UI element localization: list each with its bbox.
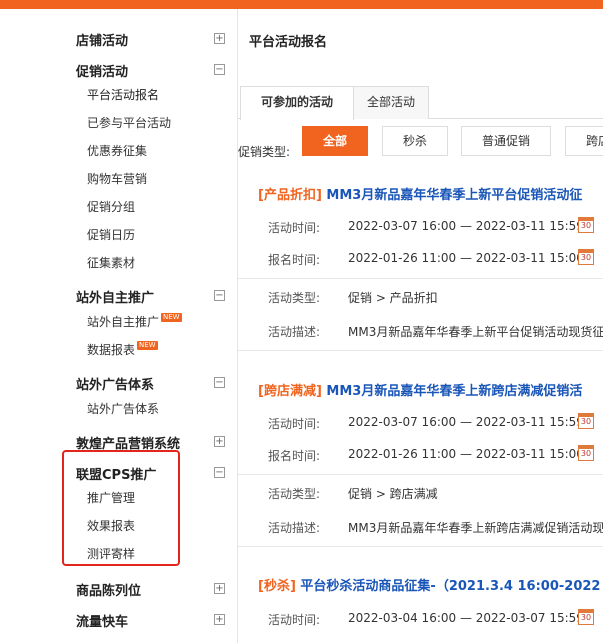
sidebar-section-offsite-ads[interactable]: 站外广告体系: [76, 374, 154, 393]
card-divider: [238, 350, 603, 351]
calendar-icon[interactable]: 30: [578, 413, 594, 429]
activity-time-value: 2022-03-07 16:00 — 2022-03-11 15:59: [348, 415, 584, 429]
activity-card: [秒杀] 平台秒杀活动商品征集-（2021.3.4 16:00-2022 活动时…: [238, 575, 603, 643]
calendar-icon[interactable]: 30: [578, 609, 594, 625]
sidebar-item-promo-calendar[interactable]: 促销日历: [87, 226, 135, 243]
expand-icon[interactable]: +: [214, 436, 225, 447]
promo-type-label: 促销类型:: [238, 145, 291, 159]
activity-time-value: 2022-03-04 16:00 — 2022-03-07 15:59: [348, 611, 584, 625]
main-content: 平台活动报名 可参加的活动 全部活动 促销类型: 全部 秒杀 普通促销 跨店 […: [238, 9, 603, 643]
sidebar-section-product-display[interactable]: 商品陈列位: [76, 580, 141, 599]
expand-icon[interactable]: +: [214, 33, 225, 44]
signup-time-label: 报名时间:: [268, 253, 321, 267]
activity-type-value: 促销 > 产品折扣: [348, 291, 438, 305]
tab-bar: 可参加的活动 全部活动: [238, 86, 603, 120]
calendar-icon[interactable]: 30: [578, 445, 594, 461]
sidebar-item-collect-materials[interactable]: 征集素材: [87, 254, 135, 271]
activity-type-label: 活动类型:: [268, 291, 321, 305]
new-badge: NEW: [137, 341, 158, 350]
activity-desc-label: 活动描述:: [268, 325, 321, 339]
collapse-icon[interactable]: −: [214, 467, 225, 478]
top-accent-bar: [0, 0, 603, 9]
collapse-icon[interactable]: −: [214, 377, 225, 388]
sidebar-section-offsite-promo[interactable]: 站外自主推广: [76, 287, 154, 306]
highlight-box: [62, 450, 180, 566]
activity-time-label: 活动时间:: [268, 417, 321, 431]
sidebar-item-joined-activities[interactable]: 已参与平台活动: [87, 114, 171, 131]
activity-title[interactable]: [跨店满减] MM3月新品嘉年华春季上新跨店满减促销活: [258, 380, 582, 399]
expand-icon[interactable]: +: [214, 583, 225, 594]
sidebar-section-traffic-express[interactable]: 流量快车: [76, 611, 128, 630]
sidebar-item-promo-groups[interactable]: 促销分组: [87, 198, 135, 215]
activity-desc-value: MM3月新品嘉年华春季上新平台促销活动现货征: [348, 325, 603, 339]
activity-title-text: MM3月新品嘉年华春季上新平台促销活动征: [326, 188, 583, 203]
sidebar-item-label: 站外自主推广: [87, 315, 160, 329]
filter-flash-sale-button[interactable]: 秒杀: [382, 126, 448, 156]
activity-type-value: 促销 > 跨店满减: [348, 487, 438, 501]
activity-title[interactable]: [产品折扣] MM3月新品嘉年华春季上新平台促销活动征: [258, 184, 582, 203]
activity-desc-value: MM3月新品嘉年华春季上新跨店满减促销活动现: [348, 521, 603, 535]
activity-time-value: 2022-03-07 16:00 — 2022-03-11 15:59: [348, 219, 584, 233]
activity-title[interactable]: [秒杀] 平台秒杀活动商品征集-（2021.3.4 16:00-2022: [258, 575, 600, 594]
card-divider: [238, 546, 603, 547]
activity-type-label: 活动类型:: [268, 487, 321, 501]
filter-all-button[interactable]: 全部: [302, 126, 368, 156]
expand-icon[interactable]: +: [214, 614, 225, 625]
sidebar-section-store-activities[interactable]: 店铺活动: [76, 30, 128, 49]
sidebar-section-promotions[interactable]: 促销活动: [76, 61, 128, 80]
sidebar-item-platform-signup[interactable]: 平台活动报名: [87, 86, 159, 103]
activity-card: [产品折扣] MM3月新品嘉年华春季上新平台促销活动征 活动时间: 2022-0…: [238, 184, 603, 352]
activity-desc-label: 活动描述:: [268, 521, 321, 535]
sidebar-item-coupon-collection[interactable]: 优惠券征集: [87, 142, 147, 159]
sidebar-item-label: 数据报表: [87, 343, 136, 357]
sidebar-item-offsite-ads[interactable]: 站外广告体系: [87, 400, 159, 417]
activity-time-label: 活动时间:: [268, 221, 321, 235]
divider: [238, 474, 603, 475]
calendar-icon[interactable]: 30: [578, 249, 594, 265]
filter-regular-promo-button[interactable]: 普通促销: [461, 126, 551, 156]
sidebar-item-offsite-promo[interactable]: 站外自主推广 NEW: [87, 313, 182, 330]
signup-time-value: 2022-01-26 11:00 — 2022-03-11 15:00: [348, 251, 584, 265]
divider: [238, 278, 603, 279]
signup-time-value: 2022-01-26 11:00 — 2022-03-11 15:00: [348, 447, 584, 461]
activity-time-label: 活动时间:: [268, 613, 321, 627]
signup-time-label: 报名时间:: [268, 449, 321, 463]
sidebar-item-data-report[interactable]: 数据报表 NEW: [87, 341, 158, 358]
activity-title-text: 平台秒杀活动商品征集-（2021.3.4 16:00-2022: [300, 579, 601, 594]
filter-cross-store-button[interactable]: 跨店: [565, 126, 603, 156]
activity-tag: [秒杀]: [258, 579, 296, 594]
calendar-icon[interactable]: 30: [578, 217, 594, 233]
page-title: 平台活动报名: [249, 35, 328, 50]
activity-tag: [跨店满减]: [258, 384, 322, 399]
tab-available-activities[interactable]: 可参加的活动: [240, 86, 354, 120]
activity-title-text: MM3月新品嘉年华春季上新跨店满减促销活: [326, 384, 583, 399]
new-badge: NEW: [161, 313, 182, 322]
tab-all-activities[interactable]: 全部活动: [353, 86, 429, 119]
sidebar-item-cart-marketing[interactable]: 购物车营销: [87, 170, 147, 187]
collapse-icon[interactable]: −: [214, 290, 225, 301]
activity-tag: [产品折扣]: [258, 188, 322, 203]
collapse-icon[interactable]: −: [214, 64, 225, 75]
activity-card: [跨店满减] MM3月新品嘉年华春季上新跨店满减促销活 活动时间: 2022-0…: [238, 380, 603, 548]
